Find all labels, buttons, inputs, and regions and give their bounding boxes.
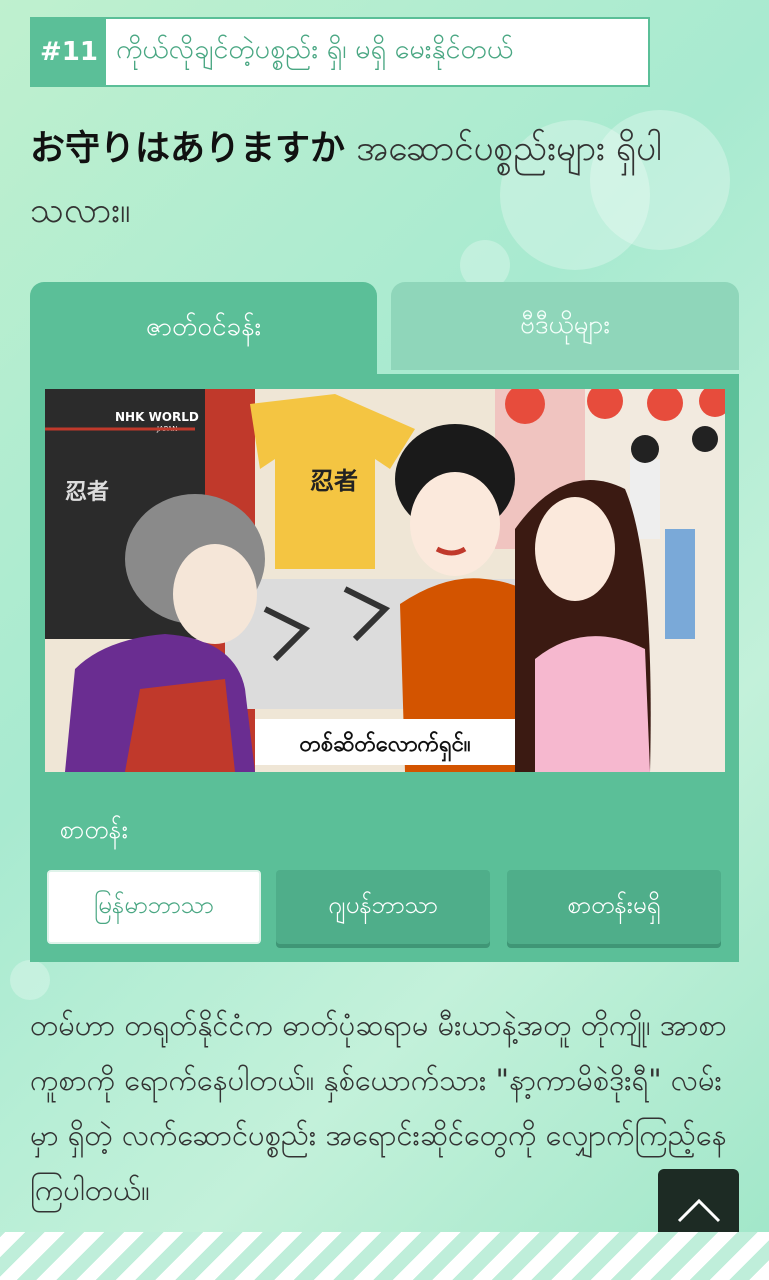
nhk-logo: NHK WORLD <box>115 410 199 424</box>
footer-stripes <box>0 1232 769 1280</box>
video-player[interactable]: 忍者 忍者 NHK WORLD တစ်ဆိတ်လောက်ရှင်။ <box>45 389 725 772</box>
subtitle-japanese-button[interactable]: ဂျပန်ဘာသာ <box>276 870 490 944</box>
key-phrase: お守りはありますか အဆောင်ပစ္စည်းများ ရှိပါသလား။ <box>30 118 745 242</box>
tab-videos[interactable]: ဗီဒီယိုများ <box>391 282 739 370</box>
tab-scene[interactable]: ဇာတ်ဝင်ခန်း <box>30 282 377 374</box>
lesson-number: #11 <box>40 37 98 67</box>
scene-illustration: 忍者 忍者 NHK WORLD တစ်ဆိတ်လောက်ရှင်။ <box>45 389 725 772</box>
chevron-up-icon <box>677 1198 720 1222</box>
subtitle-none-button[interactable]: စာတန်းမရှိ <box>507 870 721 944</box>
lesson-header: #11 ကိုယ်လိုချင်တဲ့ပစ္စည်း ရှိ၊ မရှိ မေး… <box>30 17 650 87</box>
phrase-japanese: お守りはありますか <box>30 129 346 169</box>
scene-panel: 忍者 忍者 NHK WORLD တစ်ဆိတ်လောက်ရှင်။ စာတန်း… <box>30 374 739 962</box>
content-tabs: ဇာတ်ဝင်ခန်း ဗီဒီယိုများ <box>30 282 739 374</box>
subtitle-myanmar-button[interactable]: မြန်မာဘာသာ <box>47 870 261 944</box>
background-bubble <box>10 960 50 1000</box>
shirt-text-left: 忍者 <box>65 479 109 505</box>
scene-description: တမ်ဟာ တရုတ်နိုင်ငံက ဓာတ်ပုံဆရာမ မီးယာနဲ့… <box>30 1008 727 1207</box>
shirt-text: 忍者 <box>310 466 358 495</box>
subtitle-label: စာတန်း <box>60 815 128 844</box>
lesson-title: ကိုယ်လိုချင်တဲ့ပစ္စည်း ရှိ၊ မရှိ မေးနိုင… <box>106 19 648 85</box>
